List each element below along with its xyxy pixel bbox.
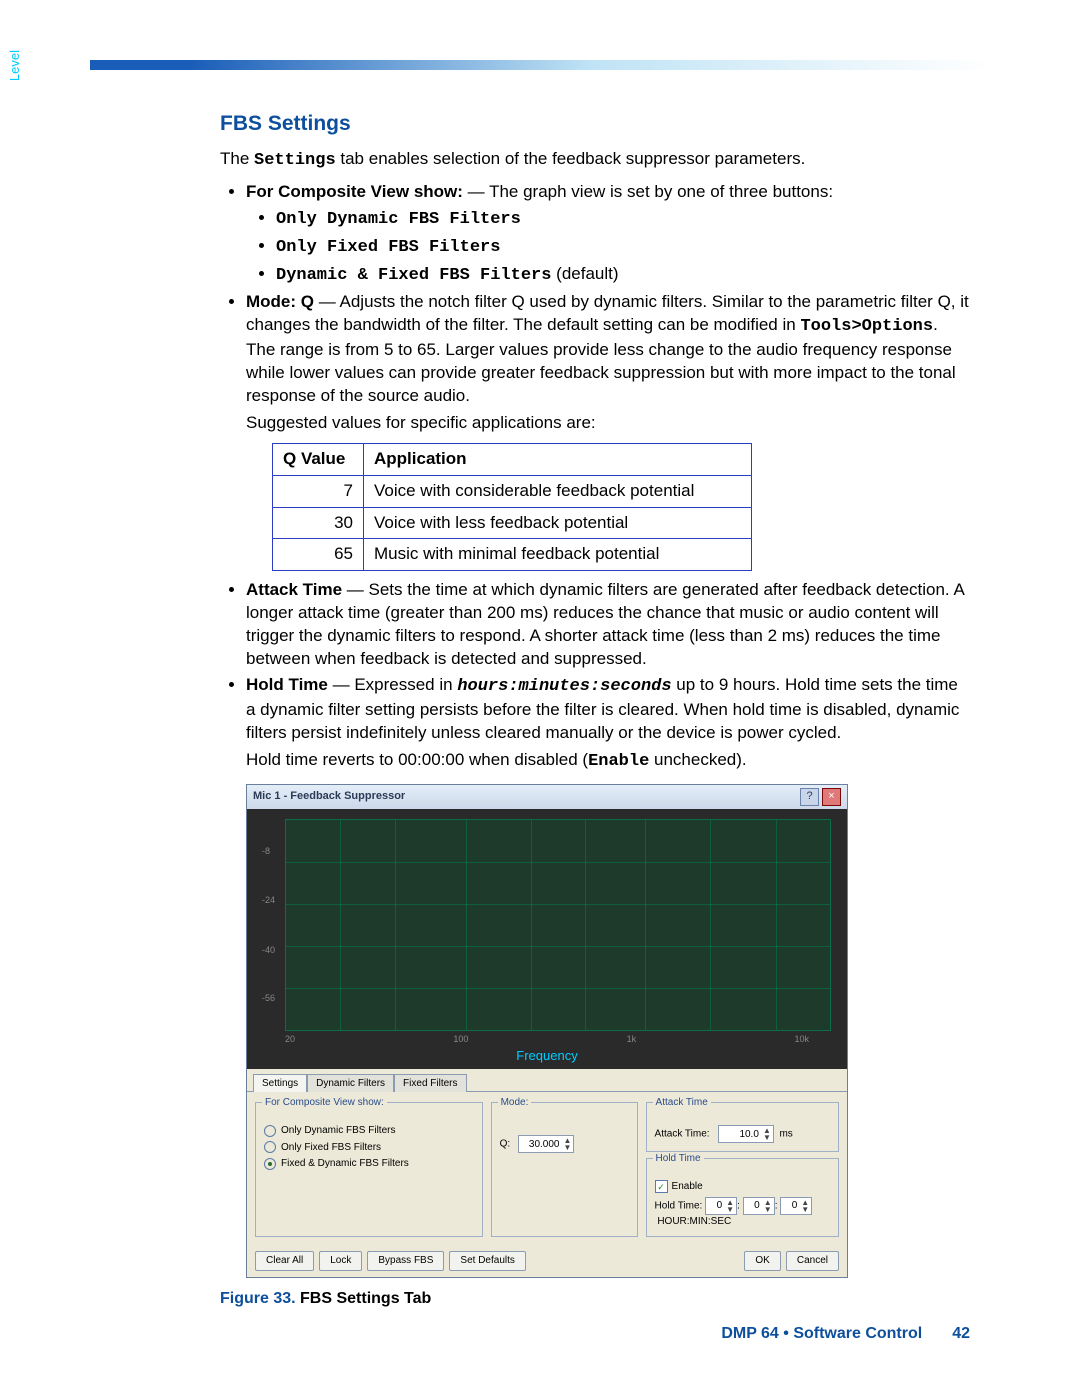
q-table: Q ValueApplication 7Voice with considera… bbox=[272, 443, 752, 572]
tab-fixed[interactable]: Fixed Filters bbox=[394, 1074, 466, 1093]
radio-only-dynamic[interactable]: Only Dynamic FBS Filters bbox=[264, 1124, 474, 1138]
figure-caption: Figure 33. FBS Settings Tab bbox=[220, 1288, 970, 1310]
subopt-1: Only Dynamic FBS Filters bbox=[276, 207, 970, 232]
subopt-3: Dynamic & Fixed FBS Filters (default) bbox=[276, 263, 970, 288]
cancel-button[interactable]: Cancel bbox=[786, 1251, 839, 1271]
defaults-button[interactable]: Set Defaults bbox=[449, 1251, 525, 1271]
table-row: 65Music with minimal feedback potential bbox=[273, 539, 752, 571]
bypass-button[interactable]: Bypass FBS bbox=[367, 1251, 444, 1271]
table-row: 30Voice with less feedback potential bbox=[273, 507, 752, 539]
hold-m[interactable]: ▲▼ bbox=[743, 1197, 775, 1215]
y-axis-label: Level bbox=[6, 50, 24, 81]
enable-checkbox[interactable]: ✓Enable bbox=[655, 1180, 830, 1194]
dialog-title: Mic 1 - Feedback Suppressor bbox=[253, 789, 405, 804]
help-button[interactable]: ? bbox=[800, 788, 819, 806]
bullet-attack: Attack Time — Sets the time at which dyn… bbox=[246, 579, 970, 671]
hold-h[interactable]: ▲▼ bbox=[705, 1197, 737, 1215]
attack-spinner[interactable]: ▲▼ bbox=[718, 1125, 774, 1143]
lock-button[interactable]: Lock bbox=[319, 1251, 362, 1271]
hold-s[interactable]: ▲▼ bbox=[780, 1197, 812, 1215]
page-footer: DMP 64 • Software Control42 bbox=[220, 1323, 970, 1345]
graph-area[interactable]: -8 -24 -40 -56 bbox=[285, 819, 831, 1031]
tab-settings[interactable]: Settings bbox=[253, 1074, 307, 1093]
radio-fixed-dynamic[interactable]: Fixed & Dynamic FBS Filters bbox=[264, 1157, 474, 1171]
ok-button[interactable]: OK bbox=[744, 1251, 780, 1271]
close-button[interactable]: × bbox=[822, 788, 841, 806]
intro-text: The Settings tab enables selection of th… bbox=[220, 148, 970, 173]
tab-dynamic[interactable]: Dynamic Filters bbox=[307, 1074, 394, 1093]
radio-only-fixed[interactable]: Only Fixed FBS Filters bbox=[264, 1141, 474, 1155]
bullet-composite: For Composite View show: — The graph vie… bbox=[246, 181, 970, 288]
clear-all-button[interactable]: Clear All bbox=[255, 1251, 314, 1271]
x-axis-label: Frequency bbox=[255, 1047, 839, 1065]
bullet-hold: Hold Time — Expressed in hours:minutes:s… bbox=[246, 674, 970, 774]
section-heading: FBS Settings bbox=[220, 110, 970, 138]
subopt-2: Only Fixed FBS Filters bbox=[276, 235, 970, 260]
table-row: 7Voice with considerable feedback potent… bbox=[273, 475, 752, 507]
fbs-dialog: Mic 1 - Feedback Suppressor ? × Level -8… bbox=[246, 784, 848, 1278]
q-spinner[interactable]: ▲▼ bbox=[518, 1135, 574, 1153]
bullet-modeq: Mode: Q — Adjusts the notch filter Q use… bbox=[246, 291, 970, 571]
